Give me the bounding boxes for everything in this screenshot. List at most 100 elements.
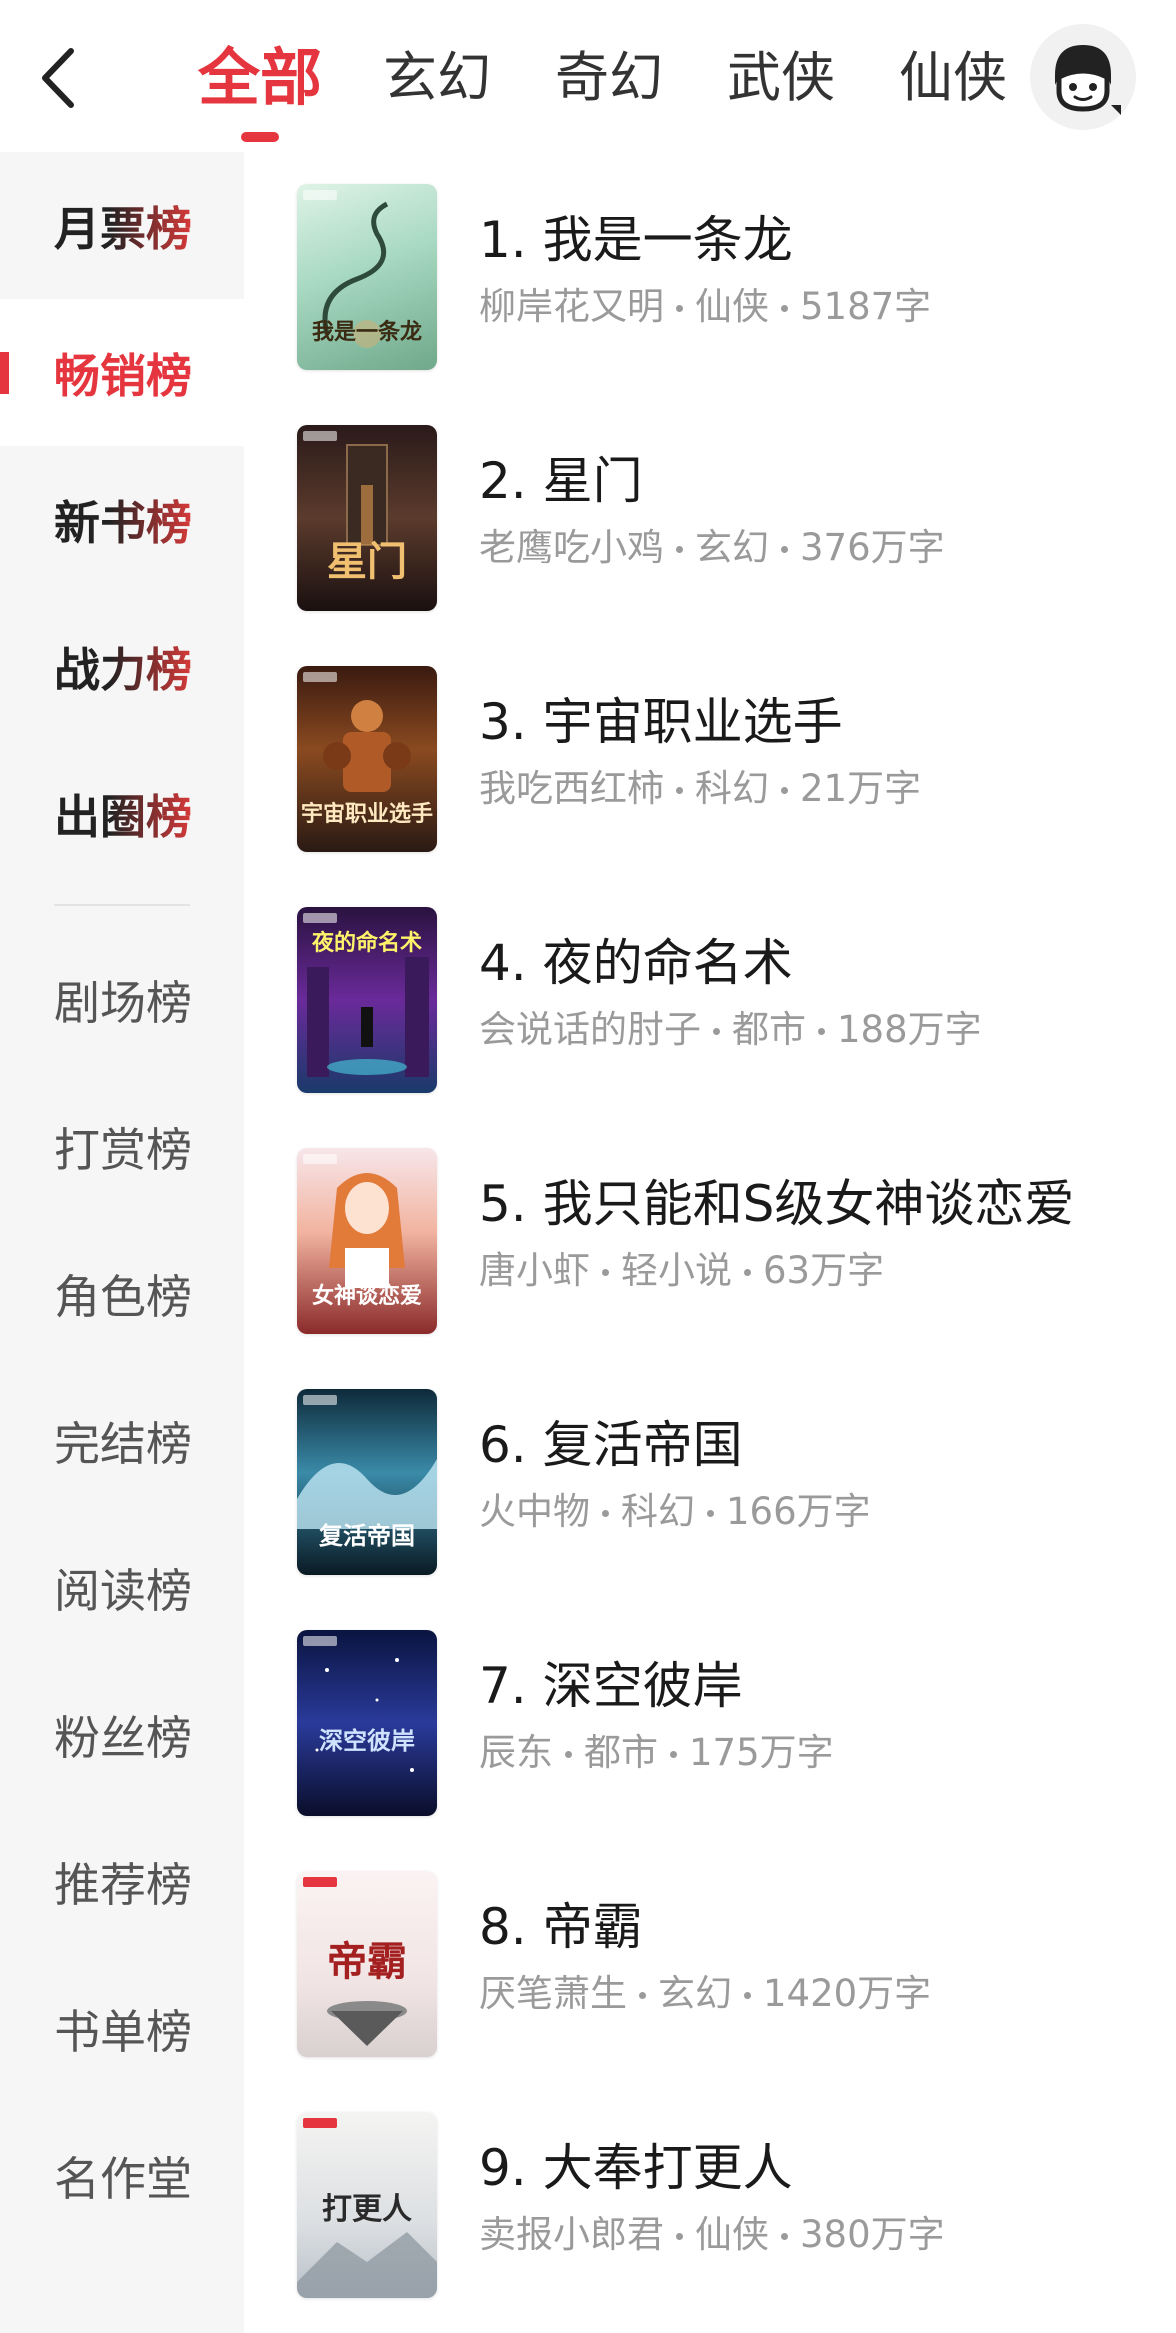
book-cover[interactable]: 复活帝国 [297, 1389, 437, 1575]
separator-dot [781, 305, 788, 312]
sidebar-item-power[interactable]: 战力榜 [0, 593, 244, 740]
book-author[interactable]: 厌笔萧生 [479, 1972, 627, 2015]
book-title[interactable]: 8. 帝霸 [479, 1887, 643, 1959]
separator-dot [781, 546, 788, 553]
book-meta: 厌笔萧生 玄幻 1420万字 [479, 1963, 931, 2017]
separator-dot [639, 1992, 646, 1999]
avatar[interactable] [1030, 24, 1136, 130]
sidebar-item-label: 战力榜 [54, 634, 192, 700]
book-title[interactable]: 9. 大奉打更人 [479, 2128, 793, 2200]
tab-xuanhuan[interactable]: 玄幻 [383, 36, 491, 120]
tab-wuxia[interactable]: 武侠 [727, 36, 835, 120]
book-title[interactable]: 4. 夜的命名术 [479, 923, 793, 995]
book-author[interactable]: 柳岸花又明 [479, 285, 664, 328]
cover-title: 帝霸 [327, 1938, 407, 1985]
book-length: 188万字 [837, 1008, 982, 1051]
book-author[interactable]: 我吃西红柿 [479, 767, 664, 810]
list-item[interactable]: 深空彼岸 7. 深空彼岸 辰东 都市 175万字 [244, 1598, 1176, 1839]
separator-dot [744, 1269, 751, 1276]
sidebar-item-fans[interactable]: 粉丝榜 [0, 1661, 244, 1808]
user-avatar-icon [1055, 45, 1121, 115]
book-author[interactable]: 老鹰吃小鸡 [479, 526, 664, 569]
book-cover[interactable]: 我是一条龙 [297, 184, 437, 370]
sidebar-item-recommend[interactable]: 推荐榜 [0, 1808, 244, 1955]
separator-dot [818, 1028, 825, 1035]
list-item[interactable]: 女神谈恋爱 5. 我只能和S级女神谈恋爱 唐小虾 轻小说 63万字 [244, 1116, 1176, 1357]
book-length: 5187字 [800, 285, 932, 328]
tab-qihuan[interactable]: 奇幻 [555, 36, 663, 120]
book-meta: 会说话的肘子 都市 188万字 [479, 999, 982, 1053]
separator-dot [781, 787, 788, 794]
book-author[interactable]: 会说话的肘子 [479, 1008, 701, 1051]
cover-title: 女神谈恋爱 [311, 1283, 422, 1309]
separator-dot [602, 1510, 609, 1517]
list-item[interactable]: 夜的命名术 4. 夜的命名术 会说话的肘子 都市 188万字 [244, 875, 1176, 1116]
book-cover[interactable]: 星门 [297, 425, 437, 611]
sidebar-item-hall-of-fame[interactable]: 名作堂 [0, 2102, 244, 2249]
book-length: 166万字 [726, 1490, 871, 1533]
chevron-left-icon [42, 48, 74, 108]
list-item[interactable]: 打更人 9. 大奉打更人 卖报小郎君 仙侠 380万字 [244, 2080, 1176, 2321]
book-cover[interactable]: 夜的命名术 [297, 907, 437, 1093]
list-item[interactable]: 宇宙职业选手 3. 宇宙职业选手 我吃西红柿 科幻 21万字 [244, 634, 1176, 875]
book-cover[interactable]: 女神谈恋爱 [297, 1148, 437, 1334]
book-length: 21万字 [800, 767, 922, 810]
tab-all[interactable]: 全部 [198, 36, 322, 142]
separator-dot [713, 1028, 720, 1035]
separator-dot [676, 305, 683, 312]
cover-title: 打更人 [322, 2192, 412, 2227]
list-item[interactable]: 我是一条龙 1. 我是一条龙 柳岸花又明 仙侠 5187字 [244, 152, 1176, 393]
book-author[interactable]: 唐小虾 [479, 1249, 590, 1292]
sidebar-item-theater[interactable]: 剧场榜 [0, 926, 244, 1073]
sidebar-item-booklists[interactable]: 书单榜 [0, 1955, 244, 2102]
book-title[interactable]: 2. 星门 [479, 441, 643, 513]
book-author[interactable]: 卖报小郎君 [479, 2213, 664, 2256]
book-meta: 老鹰吃小鸡 玄幻 376万字 [479, 517, 945, 571]
sidebar-item-label: 月票榜 [54, 193, 192, 259]
book-meta: 我吃西红柿 科幻 21万字 [479, 758, 921, 812]
cover-title: 宇宙职业选手 [300, 801, 433, 827]
sidebar-item-label: 畅销榜 [54, 348, 192, 403]
book-length: 376万字 [800, 526, 945, 569]
sidebar-item-tips[interactable]: 打赏榜 [0, 1073, 244, 1220]
book-meta: 唐小虾 轻小说 63万字 [479, 1240, 884, 1294]
book-cover[interactable]: 深空彼岸 [297, 1630, 437, 1816]
book-meta: 火中物 科幻 166万字 [479, 1481, 871, 1535]
book-title[interactable]: 6. 复活帝国 [479, 1405, 743, 1477]
cover-title: 复活帝国 [319, 1521, 415, 1550]
sidebar-item-characters[interactable]: 角色榜 [0, 1220, 244, 1367]
sidebar-item-new-books[interactable]: 新书榜 [0, 446, 244, 593]
book-title[interactable]: 5. 我只能和S级女神谈恋爱 [479, 1164, 1074, 1236]
back-button[interactable] [22, 36, 92, 120]
separator-dot [781, 2233, 788, 2240]
sidebar-item-viral[interactable]: 出圈榜 [0, 740, 244, 887]
sidebar-divider [54, 904, 190, 906]
book-meta: 柳岸花又明 仙侠 5187字 [479, 276, 931, 330]
book-cover[interactable]: 打更人 [297, 2112, 437, 2298]
sidebar-item-monthly-ticket[interactable]: 月票榜 [0, 152, 244, 299]
book-title[interactable]: 1. 我是一条龙 [479, 200, 793, 272]
book-title[interactable]: 3. 宇宙职业选手 [479, 682, 843, 754]
cover-title: 深空彼岸 [319, 1726, 415, 1755]
separator-dot [676, 787, 683, 794]
book-cover[interactable]: 宇宙职业选手 [297, 666, 437, 852]
sidebar-item-completed[interactable]: 完结榜 [0, 1367, 244, 1514]
book-length: 380万字 [800, 2213, 945, 2256]
book-author[interactable]: 辰东 [479, 1731, 553, 1774]
list-item[interactable]: 复活帝国 6. 复活帝国 火中物 科幻 166万字 [244, 1357, 1176, 1598]
cover-title: 我是一条龙 [311, 319, 422, 345]
cover-title: 星门 [327, 538, 407, 585]
book-title[interactable]: 7. 深空彼岸 [479, 1646, 743, 1718]
book-cover[interactable]: 帝霸 [297, 1871, 437, 2057]
book-ranking-list: 我是一条龙 1. 我是一条龙 柳岸花又明 仙侠 5187字 星门 2. 星门 老鹰吃… [244, 152, 1176, 2333]
book-genre: 都市 [584, 1731, 658, 1774]
book-genre: 玄幻 [658, 1972, 732, 2015]
list-item[interactable]: 帝霸 8. 帝霸 厌笔萧生 玄幻 1420万字 [244, 1839, 1176, 2080]
book-genre: 玄幻 [695, 526, 769, 569]
book-length: 63万字 [763, 1249, 885, 1292]
sidebar-item-bestseller[interactable]: 畅销榜 [0, 299, 244, 446]
list-item[interactable]: 星门 2. 星门 老鹰吃小鸡 玄幻 376万字 [244, 393, 1176, 634]
book-author[interactable]: 火中物 [479, 1490, 590, 1533]
sidebar-item-reading[interactable]: 阅读榜 [0, 1514, 244, 1661]
tab-xianxia[interactable]: 仙侠 [899, 36, 1007, 120]
